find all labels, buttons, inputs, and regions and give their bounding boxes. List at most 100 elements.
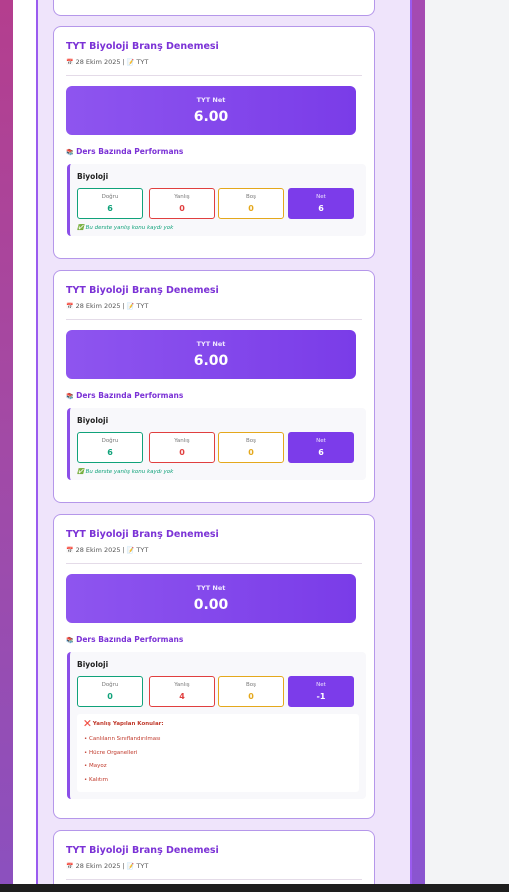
net-value: 0.00 — [193, 597, 229, 613]
right-background — [425, 0, 509, 892]
stat-value: 6 — [107, 204, 113, 213]
performance-heading: 📚 Ders Bazında Performans — [66, 635, 183, 644]
memo-icon: 📝 — [126, 547, 135, 554]
no-wrong-topics-text: Bu derste yanlış konu kaydı yok — [85, 469, 174, 475]
exam-date: 28 Ekim 2025 — [75, 862, 121, 870]
stat-dogru: Doğru 6 — [77, 188, 143, 219]
net-label: TYT Net — [196, 584, 226, 592]
no-wrong-topics-note: ✅ Bu derste yanlış konu kaydı yok — [77, 225, 173, 231]
exam-meta: 📅 28 Ekim 2025 | 📝 TYT — [66, 862, 149, 870]
no-wrong-topics-note: ✅ Bu derste yanlış konu kaydı yok — [77, 469, 173, 475]
wrong-topic-item: • Hücre Organelleri — [84, 750, 138, 756]
stat-bos: Boş 0 — [218, 432, 284, 463]
performance-heading: 📚 Ders Bazında Performans — [66, 147, 183, 156]
calendar-icon: 📅 — [66, 59, 74, 66]
exam-date: 28 Ekim 2025 — [75, 58, 121, 66]
subject-name: Biyoloji — [77, 172, 109, 181]
cross-icon: ❌ — [84, 721, 91, 727]
stat-bos: Boş 0 — [218, 188, 284, 219]
stat-label: Doğru — [101, 682, 119, 688]
memo-icon: 📝 — [126, 863, 135, 870]
exam-date: 28 Ekim 2025 — [75, 302, 121, 310]
wrong-topic-text: Hücre Organelleri — [89, 750, 138, 756]
stat-yanlis: Yanlış 4 — [149, 676, 215, 707]
stat-label: Boş — [245, 682, 256, 688]
stat-net: Net -1 — [288, 676, 354, 707]
stat-value: 6 — [318, 204, 324, 213]
wrong-topics-heading: ❌ Yanlış Yapılan Konular: — [84, 721, 164, 727]
subject-name: Biyoloji — [77, 660, 109, 669]
stat-dogru: Doğru 6 — [77, 432, 143, 463]
divider — [66, 563, 362, 564]
stat-yanlis: Yanlış 0 — [149, 188, 215, 219]
wrong-topic-item: • Kalıtım — [84, 777, 108, 783]
wrong-topics-title: Yanlış Yapılan Konular: — [92, 721, 164, 727]
stat-label: Yanlış — [174, 194, 190, 200]
stat-label: Net — [316, 682, 326, 688]
right-gradient-bar — [412, 0, 425, 892]
net-label: TYT Net — [196, 340, 226, 348]
stat-label: Yanlış — [174, 438, 190, 444]
stat-value: 0 — [248, 448, 254, 457]
exam-type: TYT — [136, 302, 149, 310]
exam-card[interactable]: TYT Biyoloji Branş Denemesi 📅 28 Ekim 20… — [53, 26, 375, 259]
stat-value: 4 — [179, 692, 185, 701]
stat-label: Net — [316, 438, 326, 444]
stat-value: 0 — [248, 204, 254, 213]
net-summary-box: TYT Net 6.00 — [66, 330, 356, 379]
no-wrong-topics-text: Bu derste yanlış konu kaydı yok — [85, 225, 174, 231]
calendar-icon: 📅 — [66, 303, 74, 310]
exam-card[interactable]: TYT Biyoloji Branş Denemesi 📅 28 Ekim 20… — [53, 830, 375, 892]
divider — [66, 319, 362, 320]
stat-label: Boş — [245, 438, 256, 444]
exam-meta: 📅 28 Ekim 2025 | 📝 TYT — [66, 546, 149, 554]
left-gradient-bar — [0, 0, 13, 892]
wrong-topics-box: ❌ Yanlış Yapılan Konular: • Canlıların S… — [77, 714, 359, 792]
subject-block: Biyoloji Doğru 6 Yanlış 0 Boş 0 Net 6 ✅ … — [67, 408, 366, 480]
books-icon: 📚 — [66, 637, 74, 644]
exam-title: TYT Biyoloji Branş Denemesi — [66, 285, 219, 296]
net-summary-box: TYT Net 0.00 — [66, 574, 356, 623]
calendar-icon: 📅 — [66, 547, 74, 554]
exam-type: TYT — [136, 546, 149, 554]
net-summary-box: TYT Net 6.00 — [66, 86, 356, 135]
stat-label: Doğru — [101, 438, 119, 444]
wrong-topic-item: • Canlıların Sınıflandırılması — [84, 736, 161, 742]
stat-yanlis: Yanlış 0 — [149, 432, 215, 463]
exam-title: TYT Biyoloji Branş Denemesi — [66, 845, 219, 856]
books-icon: 📚 — [66, 393, 74, 400]
bottom-dark-bar — [0, 884, 509, 892]
memo-icon: 📝 — [126, 59, 135, 66]
stat-label: Boş — [245, 194, 256, 200]
wrong-topic-item: • Mayoz — [84, 763, 107, 769]
subject-name: Biyoloji — [77, 416, 109, 425]
performance-heading-text: Ders Bazında Performans — [76, 391, 184, 400]
exam-type: TYT — [136, 58, 149, 66]
check-icon: ✅ — [77, 225, 84, 231]
exam-card[interactable]: TYT Biyoloji Branş Denemesi 📅 28 Ekim 20… — [53, 514, 375, 819]
subject-block: Biyoloji Doğru 6 Yanlış 0 Boş 0 Net 6 ✅ … — [67, 164, 366, 236]
performance-heading-text: Ders Bazında Performans — [76, 147, 184, 156]
left-white-margin — [13, 0, 36, 892]
stat-dogru: Doğru 0 — [77, 676, 143, 707]
calendar-icon: 📅 — [66, 863, 74, 870]
exam-meta: 📅 28 Ekim 2025 | 📝 TYT — [66, 58, 149, 66]
stat-label: Doğru — [101, 194, 119, 200]
stat-value: -1 — [316, 692, 326, 701]
exam-date: 28 Ekim 2025 — [75, 546, 121, 554]
exam-title: TYT Biyoloji Branş Denemesi — [66, 529, 219, 540]
stat-net: Net 6 — [288, 432, 354, 463]
exam-card[interactable]: TYT Biyoloji Branş Denemesi 📅 28 Ekim 20… — [53, 270, 375, 503]
subject-block: Biyoloji Doğru 0 Yanlış 4 Boş 0 Net -1 ❌… — [67, 652, 366, 799]
wrong-topic-text: Mayoz — [89, 763, 107, 769]
memo-icon: 📝 — [126, 303, 135, 310]
stat-bos: Boş 0 — [218, 676, 284, 707]
wrong-topic-text: Canlıların Sınıflandırılması — [89, 736, 161, 742]
exam-type: TYT — [136, 862, 149, 870]
stat-label: Yanlış — [174, 682, 190, 688]
stat-net: Net 6 — [288, 188, 354, 219]
net-value: 6.00 — [193, 109, 229, 125]
divider — [66, 75, 362, 76]
exam-title: TYT Biyoloji Branş Denemesi — [66, 41, 219, 52]
exam-card-partial-top — [53, 0, 375, 16]
